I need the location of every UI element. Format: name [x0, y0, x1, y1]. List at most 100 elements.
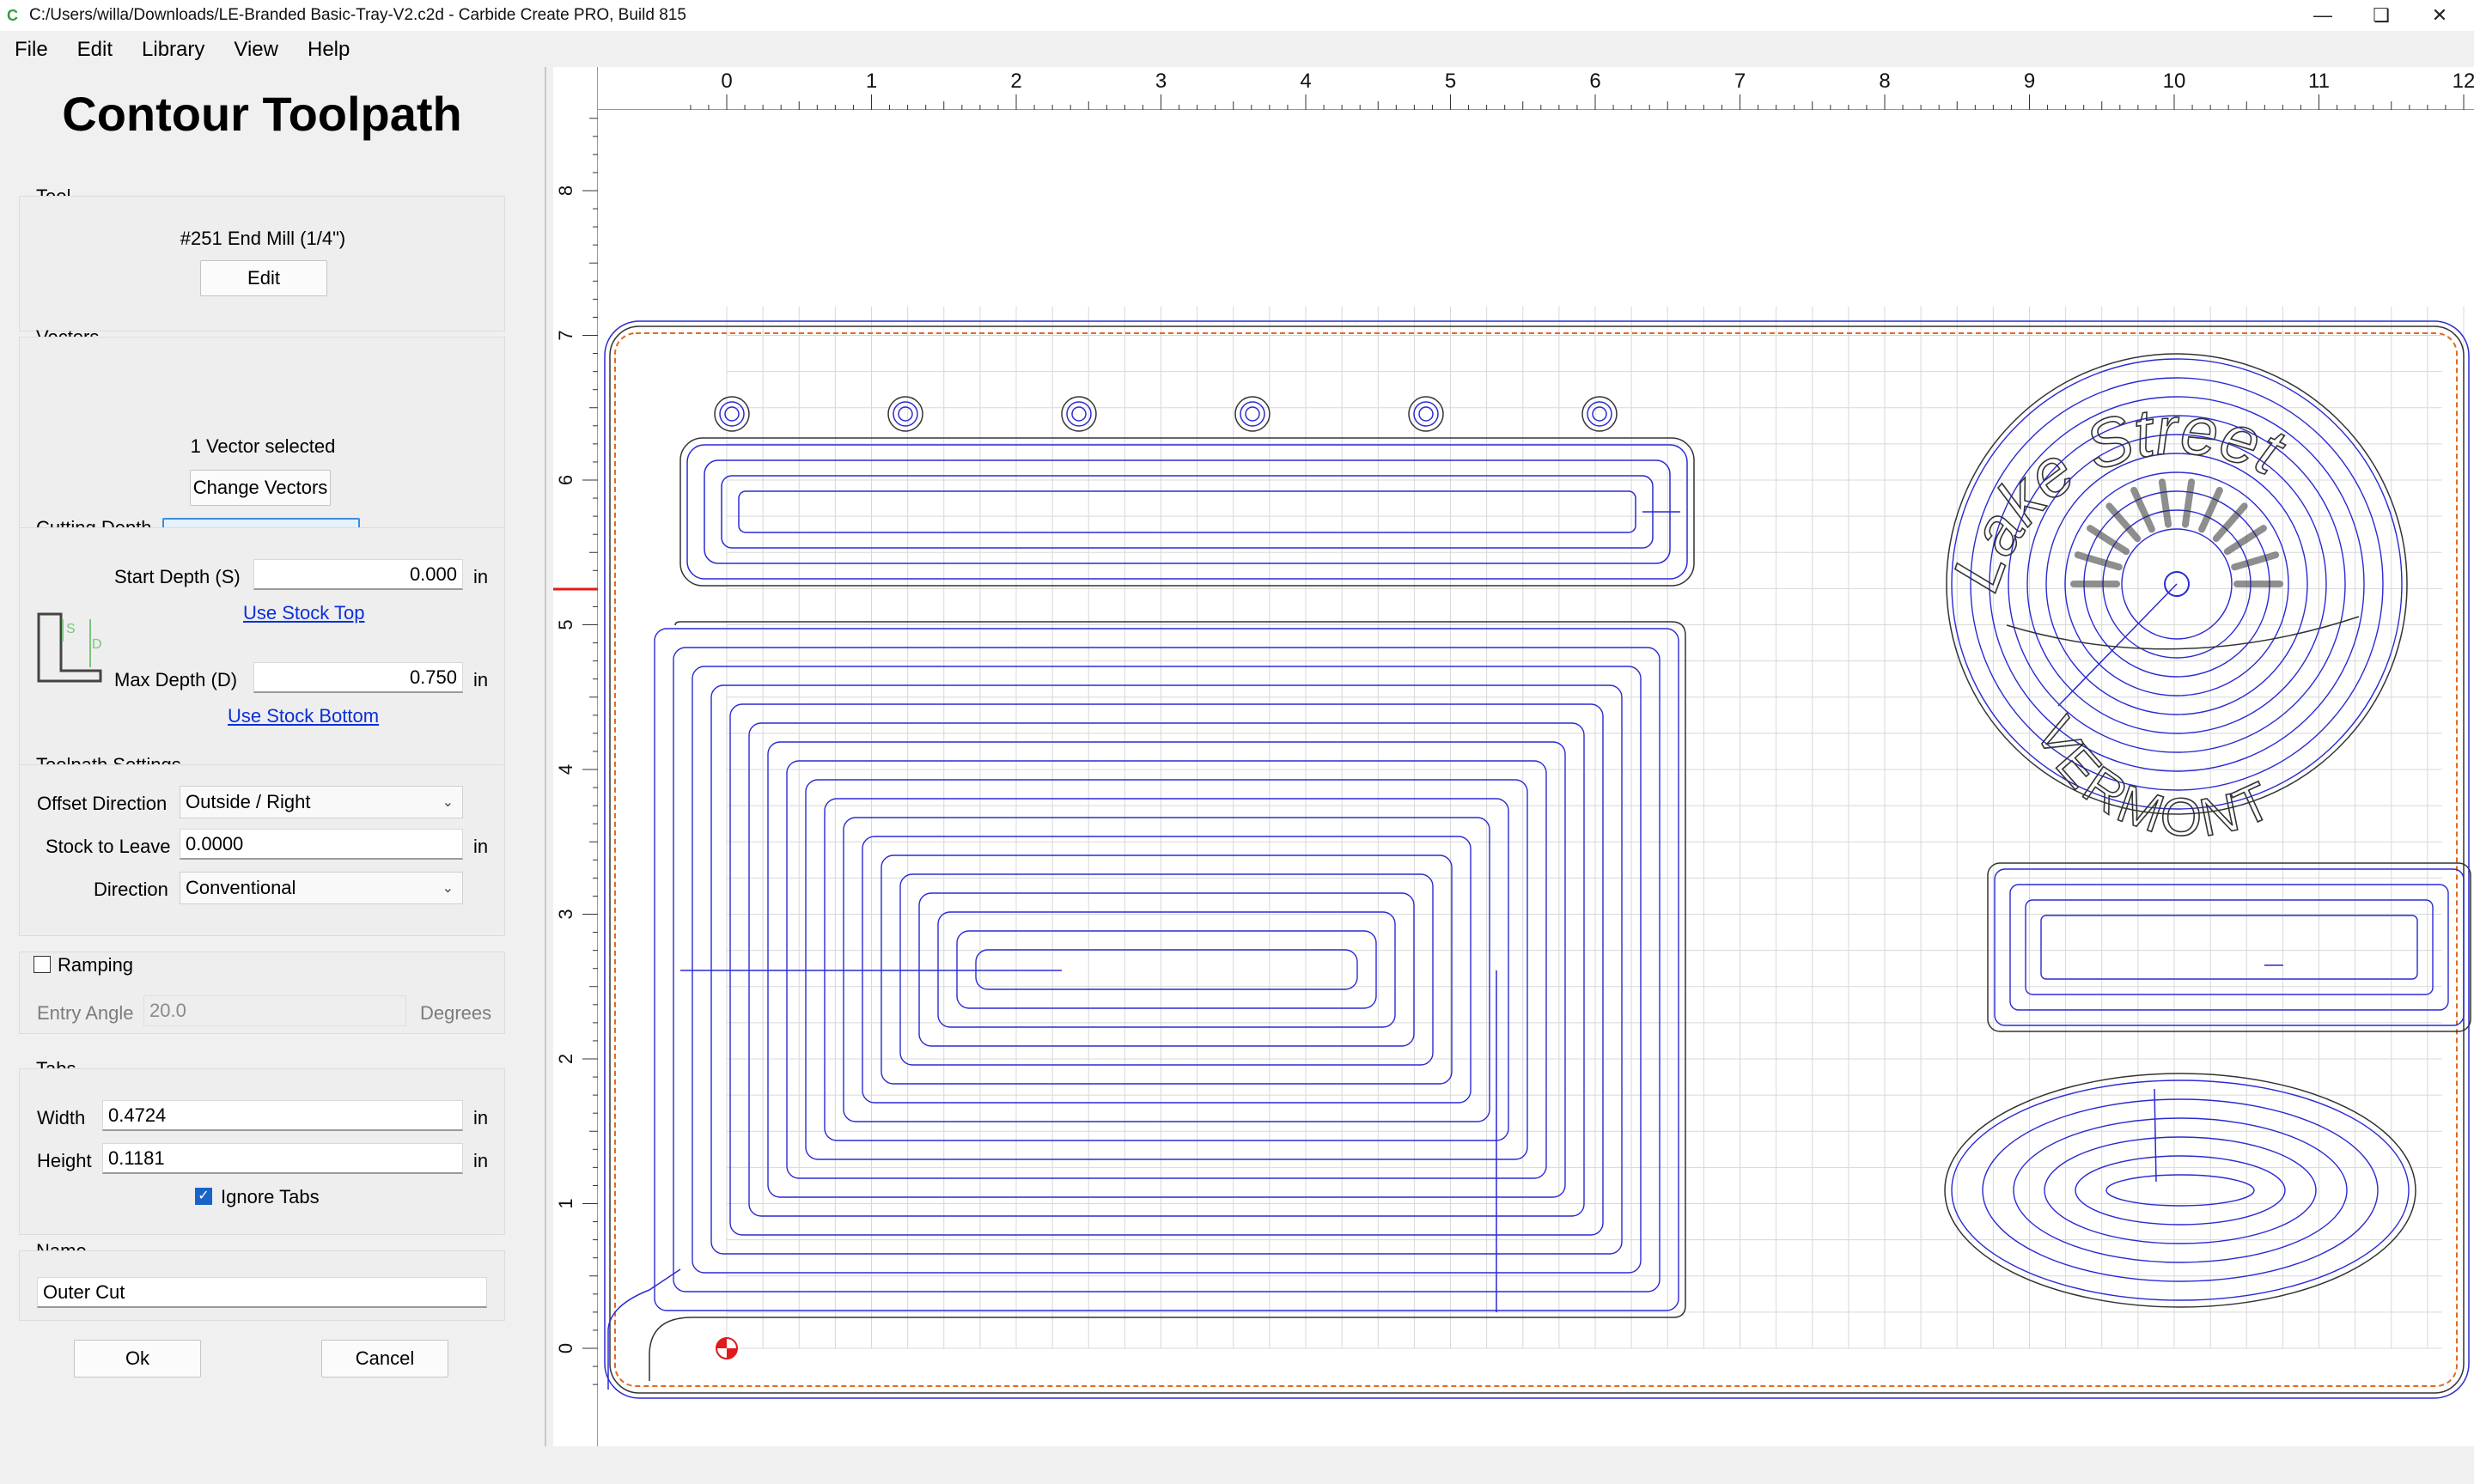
edit-tool-button[interactable]: Edit	[200, 260, 327, 296]
depth-diagram-d: D	[92, 637, 102, 652]
ramping-label: Ramping	[58, 954, 134, 976]
design-canvas[interactable]: 0 1 2 3 4 5 6 7 8 9 10 11 12 876543210 Lake Street V…	[553, 67, 2474, 1446]
hole-toolpath	[898, 406, 913, 422]
ruler-label: 4	[555, 764, 576, 775]
large-pocket-toolpath	[729, 703, 1604, 1236]
ruler-label: 8	[555, 186, 576, 196]
tab-width-input[interactable]: 0.4724	[102, 1100, 463, 1131]
horizontal-ruler[interactable]: 0 1 2 3 4 5 6 7 8 9 10 11 12	[553, 67, 2474, 110]
ruler-label: 6	[555, 475, 576, 485]
ruler-label: 0	[721, 70, 732, 93]
ellipse-pocket-toolpath	[2044, 1136, 2317, 1244]
horizontal-ruler-ticks: 0 1 2 3 4 5 6 7 8 9 10 11 12	[690, 70, 2474, 110]
large-pocket-toolpath	[673, 647, 1661, 1292]
start-depth-unit: in	[473, 566, 489, 587]
entry-angle-label: Entry Angle	[37, 1002, 134, 1024]
use-stock-top-link[interactable]: Use Stock Top	[243, 602, 364, 624]
ruler-label: 11	[2308, 70, 2330, 93]
large-pocket-toolpath	[862, 836, 1472, 1104]
hole-toolpath	[1066, 401, 1092, 427]
menu-help[interactable]: Help	[293, 38, 364, 62]
slot-pocket-toolpath	[738, 490, 1636, 533]
ruler-label: 8	[1879, 70, 1890, 93]
large-pocket-toolpath	[843, 817, 1490, 1122]
minimize-button[interactable]: —	[2294, 0, 2352, 31]
ignore-tabs-label: Ignore Tabs	[221, 1186, 320, 1207]
ellipse-pocket-toolpath	[1951, 1080, 2410, 1301]
origin-marker-icon	[716, 1337, 738, 1359]
direction-select[interactable]: Conventional ⌄	[180, 872, 463, 904]
toolpath-link	[2057, 583, 2178, 707]
corner-toolpath	[607, 1268, 681, 1390]
ruler-label: 10	[2163, 70, 2186, 93]
window-title: C:/Users/willa/Downloads/LE-Branded Basi…	[29, 6, 686, 24]
ruler-label: 1	[555, 1198, 576, 1208]
depth-diagram-icon: S D	[37, 612, 102, 683]
small-slot-outline	[1987, 862, 2471, 1032]
vertical-ruler-ticks: 8 7 6 5 4 3 2 1 0	[553, 118, 598, 1385]
ruler-label: 5	[1445, 70, 1456, 93]
name-group: Outer Cut	[19, 1250, 505, 1321]
ramping-checkbox[interactable]	[34, 956, 51, 973]
chevron-down-icon: ⌄	[442, 795, 454, 810]
hole-toolpath	[893, 401, 918, 427]
title-bar: C C:/Users/willa/Downloads/LE-Branded Ba…	[0, 0, 2474, 31]
vertical-ruler[interactable]: 8 7 6 5 4 3 2 1 0	[553, 67, 598, 1446]
ruler-label: 2	[555, 1054, 576, 1064]
large-pocket-toolpath	[881, 855, 1453, 1085]
ok-button[interactable]: Ok	[74, 1340, 201, 1378]
large-pocket-outline	[649, 621, 1686, 1381]
ruler-label: 3	[1155, 70, 1167, 93]
sun-ray	[2074, 551, 2123, 571]
tab-height-input[interactable]: 0.1181	[102, 1143, 463, 1174]
stock-outline	[609, 325, 2465, 1394]
change-vectors-button[interactable]: Change Vectors	[190, 470, 331, 506]
ruler-label: 12	[2453, 70, 2474, 93]
large-pocket-toolpath	[767, 741, 1566, 1198]
ignore-tabs-checkbox[interactable]: ✓	[195, 1188, 212, 1205]
start-depth-label: Start Depth (S)	[114, 566, 241, 587]
hole-toolpath	[1071, 406, 1087, 422]
vermont-text: VERMONT	[2024, 708, 2282, 848]
drawing-area[interactable]: Lake Street VERMONT	[598, 110, 2474, 1446]
menu-library[interactable]: Library	[127, 38, 219, 62]
stock-to-leave-input[interactable]: 0.0000	[180, 829, 463, 860]
max-depth-unit: in	[473, 669, 489, 690]
max-depth-input[interactable]: 0.750	[253, 662, 463, 693]
use-stock-bottom-link[interactable]: Use Stock Bottom	[228, 705, 379, 727]
offset-direction-label: Offset Direction	[37, 793, 168, 814]
offset-direction-select[interactable]: Outside / Right ⌄	[180, 786, 463, 818]
design-shapes	[604, 320, 2471, 1399]
offset-direction-value: Outside / Right	[186, 791, 311, 812]
large-pocket-toolpath	[956, 930, 1377, 1009]
cancel-button[interactable]: Cancel	[321, 1340, 448, 1378]
ruler-label: 7	[1734, 70, 1746, 93]
large-pocket-toolpath	[710, 684, 1623, 1255]
toolpath-preview[interactable]: Lake Street VERMONT	[598, 110, 2474, 1446]
tool-name: #251 End Mill (1/4")	[180, 228, 346, 249]
panel-title: Contour Toolpath	[62, 87, 462, 141]
vermont-textpath: VERMONT	[2023, 708, 2280, 849]
sun-ray	[2181, 478, 2196, 528]
large-pocket-toolpath	[975, 949, 1358, 990]
maximize-button[interactable]: ❏	[2352, 0, 2410, 31]
direction-label: Direction	[94, 879, 168, 900]
large-pocket-toolpath	[692, 666, 1642, 1274]
large-pocket-toolpath	[824, 798, 1509, 1141]
menu-view[interactable]: View	[219, 38, 293, 62]
hole-toolpath	[719, 401, 745, 427]
ramping-group: Ramping Entry Angle 20.0 Degrees	[19, 952, 505, 1034]
close-button[interactable]: ✕	[2410, 0, 2469, 31]
toolpath-name-input[interactable]: Outer Cut	[37, 1277, 487, 1308]
hole-toolpath	[1413, 401, 1439, 427]
small-slot-toolpath	[2009, 884, 2449, 1011]
ruler-label: 7	[555, 330, 576, 340]
tool-group: #251 End Mill (1/4") Edit	[19, 196, 505, 331]
entry-angle-input[interactable]: 20.0	[143, 995, 406, 1026]
sun-ray	[2130, 486, 2155, 533]
menu-edit[interactable]: Edit	[63, 38, 127, 62]
start-depth-input[interactable]: 0.000	[253, 559, 463, 590]
sun-ray	[2231, 551, 2280, 571]
menu-file[interactable]: File	[0, 38, 63, 62]
large-pocket-toolpath	[654, 628, 1679, 1311]
